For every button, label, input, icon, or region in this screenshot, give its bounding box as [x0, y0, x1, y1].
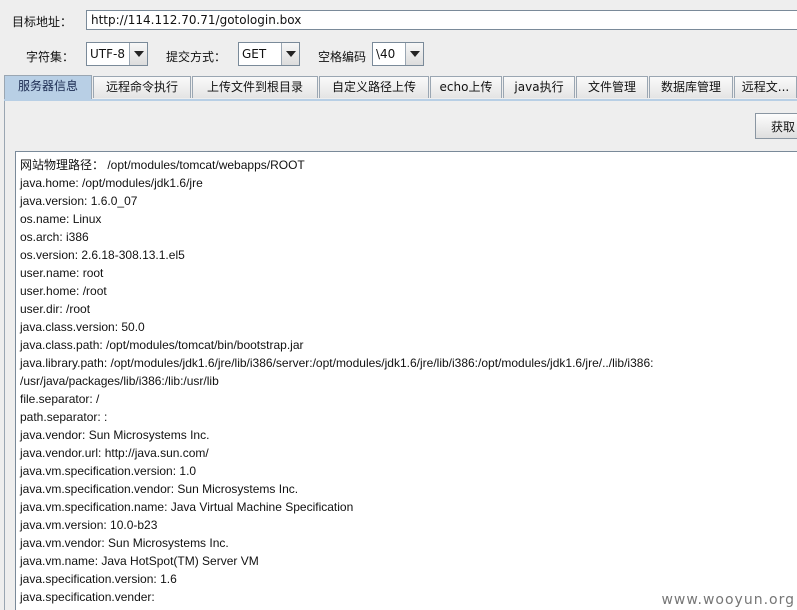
tab-bar: 服务器信息 远程命令执行 上传文件到根目录 自定义路径上传 echo上传 jav… [4, 75, 797, 100]
space-encoding-select[interactable]: \40 [372, 42, 424, 66]
app-window: 目标地址： http://114.112.70.71/gotologin.box… [0, 0, 797, 610]
output-line: java.home: /opt/modules/jdk1.6/jre [20, 176, 203, 190]
chevron-down-icon[interactable] [281, 43, 299, 65]
tab-database-manager[interactable]: 数据库管理 [649, 76, 733, 98]
options-row: 字符集： UTF-8 提交方式： GET 空格编码 \40 [0, 42, 797, 70]
output-line: java.class.path: /opt/modules/tomcat/bin… [20, 338, 304, 352]
output-line: java.version: 1.6.0_07 [20, 194, 138, 208]
output-line: java.class.version: 50.0 [20, 320, 145, 334]
tab-file-manager[interactable]: 文件管理 [576, 76, 648, 98]
method-label: 提交方式： [166, 50, 227, 64]
charset-label: 字符集： [26, 50, 75, 64]
output-line: java.vm.name: Java HotSpot(TM) Server VM [20, 554, 259, 568]
output-line: java.vm.vendor: Sun Microsystems Inc. [20, 536, 229, 550]
output-line: java.vm.specification.name: Java Virtual… [20, 500, 354, 514]
target-url-value: http://114.112.70.71/gotologin.box [91, 13, 302, 27]
target-row: 目标地址： http://114.112.70.71/gotologin.box [0, 8, 797, 34]
tab-upload-root[interactable]: 上传文件到根目录 [192, 76, 318, 98]
get-button[interactable]: 获取 [755, 113, 797, 139]
tab-custom-path-upload[interactable]: 自定义路径上传 [319, 76, 429, 98]
output-line: java.vm.specification.vendor: Sun Micros… [20, 482, 299, 496]
space-encoding-label: 空格编码 [318, 50, 367, 64]
server-info-panel: 获取 网站物理路径： /opt/modules/tomcat/webapps/R… [4, 101, 797, 610]
chevron-down-icon[interactable] [405, 43, 423, 65]
target-url-input[interactable]: http://114.112.70.71/gotologin.box [86, 10, 797, 30]
chevron-down-icon[interactable] [129, 43, 147, 65]
output-line: java.specification.version: 1.6 [20, 572, 177, 586]
output-line: os.version: 2.6.18-308.13.1.el5 [20, 248, 185, 262]
space-encoding-value: \40 [376, 47, 396, 61]
output-line: java.vm.specification.version: 1.0 [20, 464, 197, 478]
output-line: os.name: Linux [20, 212, 102, 226]
output-line: java.vendor: Sun Microsystems Inc. [20, 428, 210, 442]
target-label: 目标地址： [12, 15, 73, 29]
tab-echo-upload[interactable]: echo上传 [430, 76, 502, 98]
charset-value: UTF-8 [90, 47, 125, 61]
output-line: user.home: /root [20, 284, 107, 298]
output-line: 网站物理路径： /opt/modules/tomcat/webapps/ROOT [20, 158, 305, 172]
tab-server-info[interactable]: 服务器信息 [4, 75, 92, 99]
watermark: www.wooyun.org [661, 592, 795, 608]
tab-remote-file[interactable]: 远程文... [734, 76, 797, 98]
output-line: user.dir: /root [20, 302, 91, 316]
server-info-output[interactable]: 网站物理路径： /opt/modules/tomcat/webapps/ROOT… [15, 151, 797, 610]
output-line: /usr/java/packages/lib/i386:/lib:/usr/li… [20, 374, 219, 388]
output-line: java.vendor.url: http://java.sun.com/ [20, 446, 209, 460]
method-select[interactable]: GET [238, 42, 300, 66]
method-value: GET [242, 47, 267, 61]
tab-java-exec[interactable]: java执行 [503, 76, 575, 98]
tab-remote-command[interactable]: 远程命令执行 [93, 76, 191, 98]
output-line: file.separator: / [20, 392, 100, 406]
output-line: java.vm.version: 10.0-b23 [20, 518, 158, 532]
output-line: os.arch: i386 [20, 230, 89, 244]
charset-select[interactable]: UTF-8 [86, 42, 148, 66]
output-line: user.name: root [20, 266, 104, 280]
output-line: java.library.path: /opt/modules/jdk1.6/j… [20, 356, 654, 370]
output-line: path.separator: : [20, 410, 108, 424]
